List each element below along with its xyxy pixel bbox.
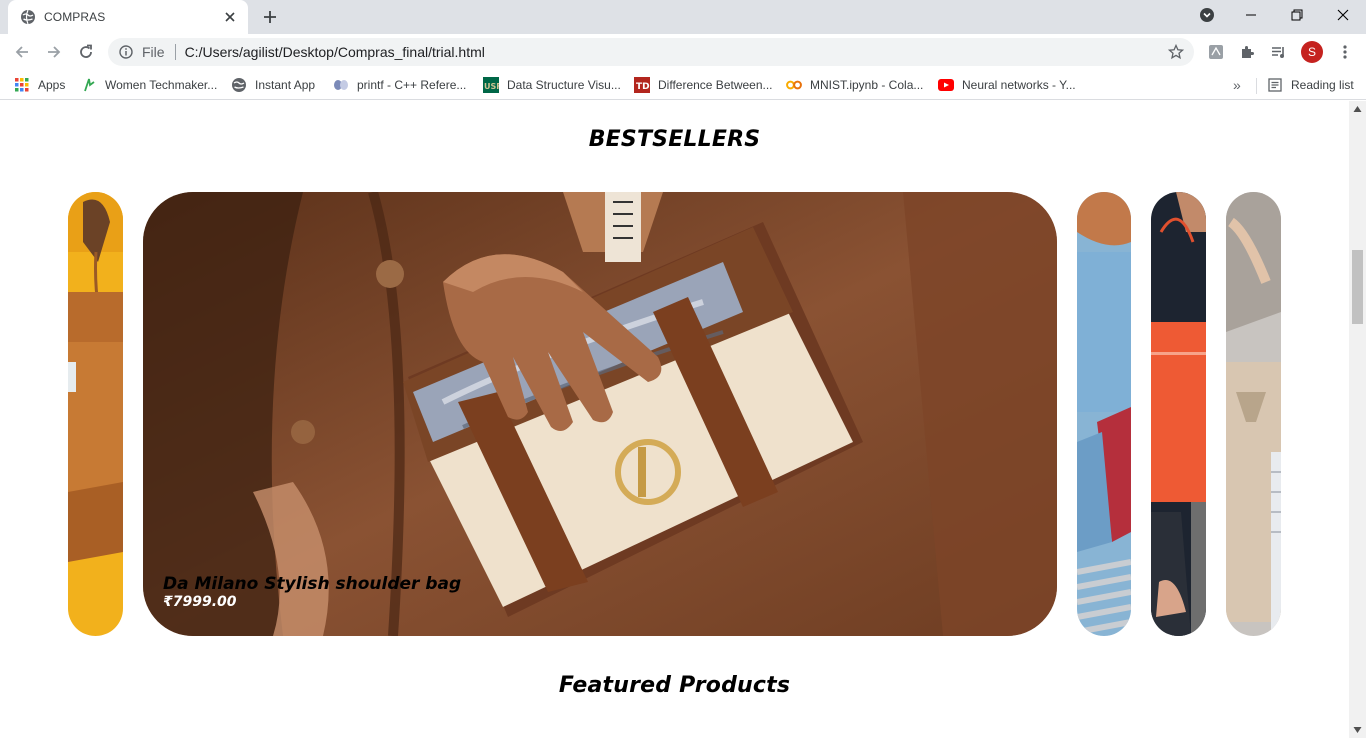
carousel-slide-5[interactable] (1226, 192, 1281, 636)
globe-icon (231, 77, 247, 93)
bookmark-printf[interactable]: printf - C++ Refere... (333, 75, 466, 95)
bookmark-label: Apps (38, 78, 66, 92)
usf-icon: USF (483, 77, 499, 93)
profile-avatar[interactable]: S (1301, 41, 1323, 63)
browser-tab[interactable]: COMPRAS (8, 0, 248, 34)
orange-bag-image (1151, 192, 1206, 636)
bookmarks-divider (1256, 78, 1257, 94)
scroll-down-icon[interactable] (1353, 726, 1362, 734)
carousel-slide-1[interactable] (68, 192, 123, 636)
bookmark-difference-between[interactable]: TD Difference Between... (634, 75, 773, 95)
info-icon[interactable] (118, 44, 134, 60)
url-separator (174, 44, 176, 60)
browser-toolbar: File C:/Users/agilist/Desktop/Compras_fi… (0, 34, 1366, 70)
wtm-icon (81, 77, 97, 93)
shoulder-bag-image (143, 192, 1057, 636)
reading-list-label: Reading list (1291, 78, 1354, 92)
beige-bag-image (1226, 192, 1281, 636)
product-price: ₹7999.00 (163, 594, 237, 610)
restore-icon[interactable] (1274, 0, 1320, 30)
reading-list-icon (1267, 77, 1283, 93)
bookmark-label: Data Structure Visu... (507, 78, 621, 92)
bookmark-women-techmakers[interactable]: Women Techmaker... (81, 75, 217, 95)
extensions-puzzle-icon[interactable] (1237, 42, 1257, 62)
bookmark-label: Instant App (255, 78, 316, 92)
media-queue-icon[interactable] (1269, 42, 1289, 62)
scroll-up-icon[interactable] (1353, 105, 1362, 113)
bookmark-label: Difference Between... (658, 78, 773, 92)
menu-kebab-icon[interactable] (1335, 42, 1355, 62)
url-text[interactable]: C:/Users/agilist/Desktop/Compras_final/t… (185, 44, 1166, 60)
tab-search-icon[interactable] (1184, 0, 1230, 30)
forward-arrow-icon[interactable] (40, 38, 68, 66)
colab-icon (786, 77, 802, 93)
bookmark-label: MNIST.ipynb - Cola... (810, 78, 924, 92)
tab-title: COMPRAS (44, 10, 106, 24)
carousel-slide-featured[interactable]: Da Milano Stylish shoulder bag ₹7999.00 (143, 192, 1057, 636)
address-bar[interactable]: File C:/Users/agilist/Desktop/Compras_fi… (108, 38, 1194, 66)
blue-bag-image (1077, 192, 1131, 636)
new-tab-icon[interactable] (258, 6, 282, 28)
bookmark-label: printf - C++ Refere... (357, 78, 467, 92)
back-arrow-icon[interactable] (8, 38, 36, 66)
bookmark-star-icon[interactable] (1166, 42, 1186, 62)
svg-text:USF: USF (484, 82, 499, 91)
td-icon: TD (634, 77, 650, 93)
bookmark-neural-networks[interactable]: Neural networks - Y... (938, 75, 1076, 95)
bestsellers-heading: BESTSELLERS (588, 127, 761, 152)
minimize-icon[interactable] (1228, 0, 1274, 30)
page-viewport: BESTSELLERS Da Milano Stylish shoulder b… (0, 101, 1349, 738)
bookmark-mnist-colab[interactable]: MNIST.ipynb - Cola... (786, 75, 923, 95)
close-window-icon[interactable] (1320, 0, 1366, 30)
tab-strip: COMPRAS (0, 0, 1366, 34)
bookmark-label: Women Techmaker... (105, 78, 218, 92)
bookmark-label: Neural networks - Y... (962, 78, 1076, 92)
reading-list-button[interactable]: Reading list (1267, 75, 1354, 95)
globe-icon (20, 9, 36, 25)
reload-icon[interactable] (72, 38, 100, 66)
youtube-icon (938, 77, 954, 93)
apps-grid-icon (14, 77, 30, 93)
page-scrollbar[interactable] (1349, 101, 1366, 738)
more-bookmarks-chevron[interactable]: » (1233, 77, 1241, 93)
carousel-slide-4[interactable] (1151, 192, 1206, 636)
svg-text:TD: TD (636, 82, 650, 92)
featured-products-heading: Featured Products (558, 673, 791, 698)
product-name: Da Milano Stylish shoulder bag (163, 574, 462, 594)
bookmark-instant-app[interactable]: Instant App (231, 75, 315, 95)
close-tab-icon[interactable] (222, 9, 238, 25)
bookmark-data-structure[interactable]: USF Data Structure Visu... (483, 75, 621, 95)
bookmarks-bar: Apps Women Techmaker... Instant App prin… (0, 70, 1366, 100)
url-scheme: File (142, 44, 165, 60)
cpp-icon (333, 77, 349, 93)
carousel-slide-3[interactable] (1077, 192, 1131, 636)
pdf-extension-icon[interactable] (1206, 42, 1226, 62)
scrollbar-thumb[interactable] (1352, 250, 1363, 324)
bookmark-apps[interactable]: Apps (14, 75, 65, 95)
suede-tote-image (68, 192, 123, 636)
